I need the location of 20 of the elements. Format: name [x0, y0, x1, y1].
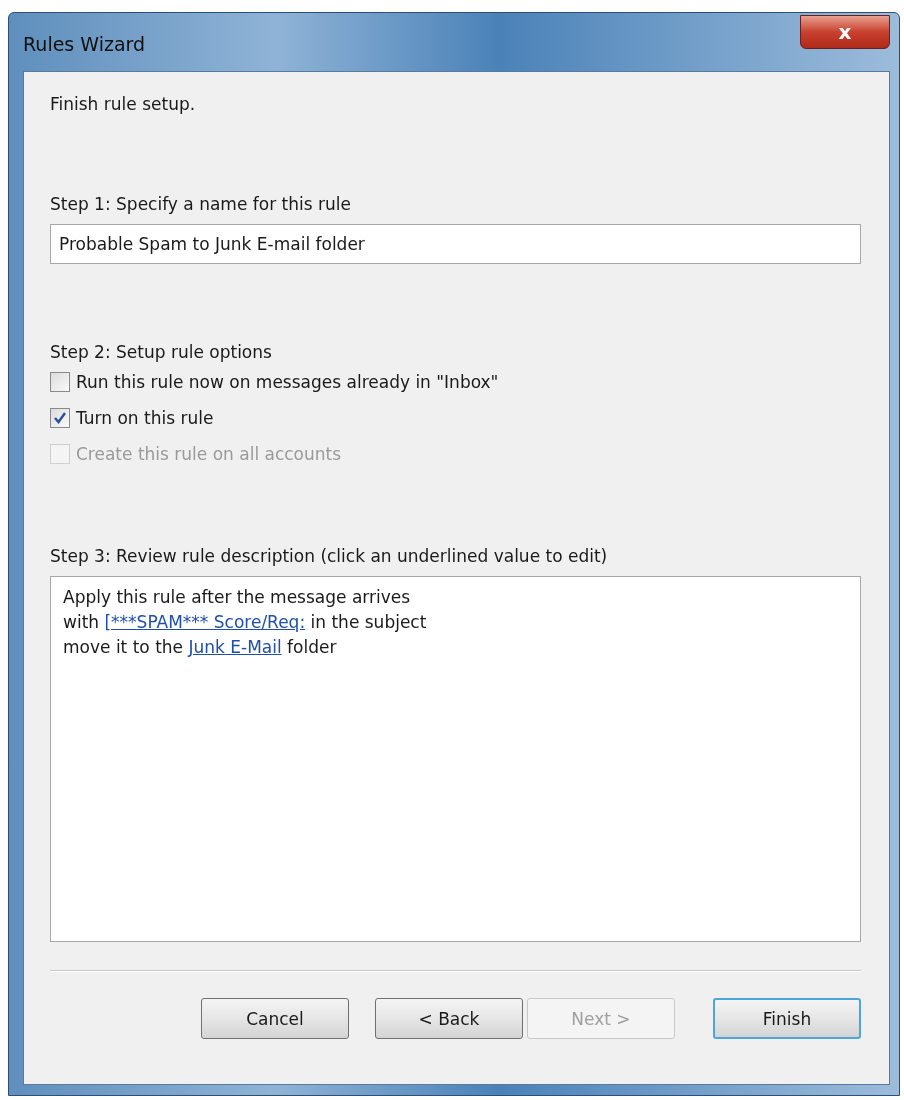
step-label: Step 1: Specify a name for this rule [50, 194, 352, 214]
checkbox-label: Run this rule now on messages already in "Inbox" [76, 372, 499, 392]
description-line: move it to the Junk E-Mail folder [63, 636, 338, 659]
value-link[interactable]: Junk E-Mail [188, 637, 282, 657]
dialog-button[interactable]: Cancel [201, 998, 349, 1039]
value-link[interactable]: [***SPAM*** Score/Req: [104, 612, 306, 632]
description-line: Apply this rule after the message arrives [63, 586, 412, 609]
window-title: Rules Wizard [23, 33, 146, 55]
dialog-button[interactable]: < Back [375, 998, 523, 1039]
dialog-button[interactable]: Finish [713, 998, 861, 1039]
checkbox[interactable] [50, 372, 70, 392]
step-label: Step 3: Review rule description (click an underlined value to edit) [50, 546, 609, 566]
heading-text: Finish rule setup. [50, 94, 197, 114]
step-label: Step 2: Setup rule options [50, 342, 273, 362]
close-button[interactable]: x [800, 15, 890, 49]
checkbox-label: Turn on this rule [76, 408, 214, 428]
rule-name-field[interactable]: Probable Spam to Junk E-mail folder [50, 224, 861, 264]
description-line: with [***SPAM*** Score/Req: in the subject [63, 611, 428, 634]
checkbox[interactable] [50, 408, 70, 428]
checkbox-label: Create this rule on all accounts [76, 444, 342, 464]
